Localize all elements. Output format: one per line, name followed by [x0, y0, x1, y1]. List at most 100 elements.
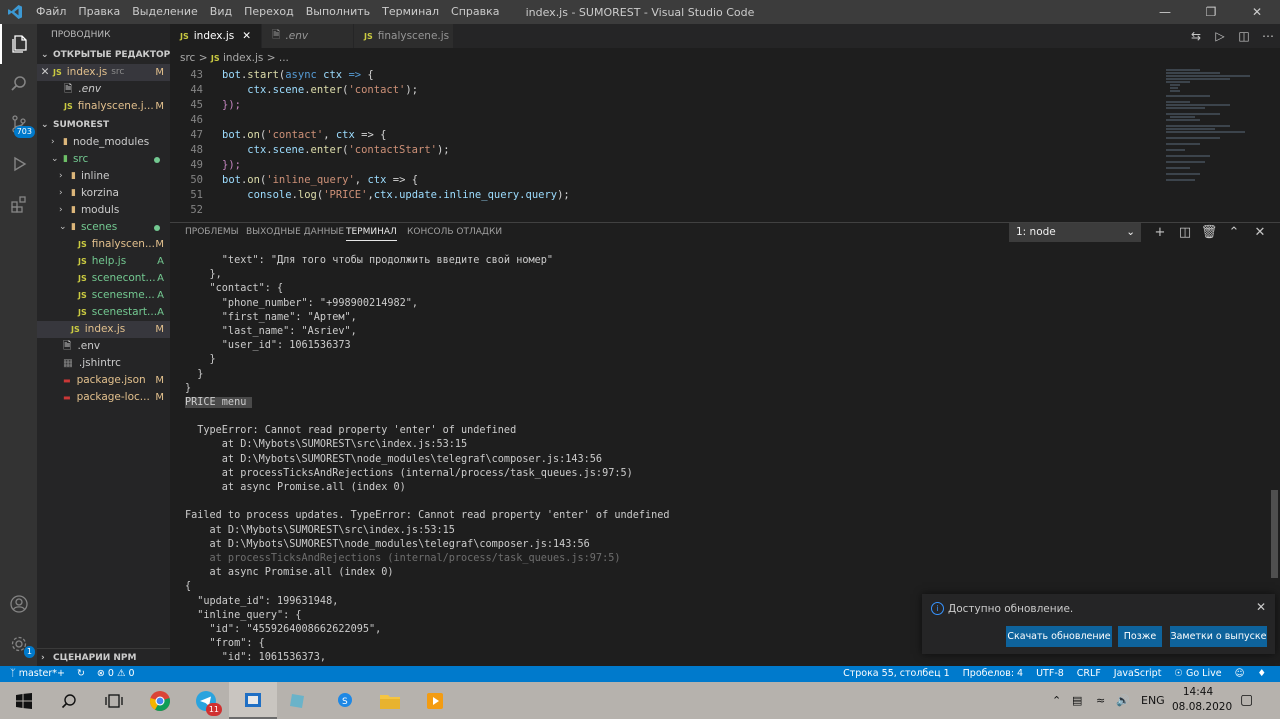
release-notes-button[interactable]: Заметки о выпуске	[1170, 626, 1267, 647]
tray-app-icon[interactable]: ▤	[1072, 682, 1082, 719]
tab-problems[interactable]: ПРОБЛЕМЫ	[185, 227, 239, 237]
sync-icon[interactable]: ↻	[77, 666, 85, 682]
tree-file[interactable]: JS help.js A	[37, 253, 170, 270]
js-file-icon: JS	[180, 31, 189, 41]
close-window-icon[interactable]: ✕	[1234, 0, 1280, 24]
tree-folder[interactable]: ⌄ ▮ scenes	[37, 219, 170, 236]
menu-run[interactable]: Выполнить	[300, 0, 376, 24]
terminal-select[interactable]: 1: node ⌄	[1009, 223, 1141, 242]
skype-icon[interactable]: S	[320, 682, 368, 719]
tree-folder[interactable]: ⌄ ▮ src	[37, 151, 170, 168]
problems-indicator[interactable]: ⊗ 0 ⚠ 0	[97, 666, 135, 682]
task-view-icon[interactable]	[90, 682, 138, 719]
input-language[interactable]: ENG	[1141, 682, 1165, 719]
menu-view[interactable]: Вид	[204, 0, 238, 24]
maximize-panel-icon[interactable]: ⌃	[1224, 223, 1244, 242]
tree-file[interactable]: ▦ .jshintrc	[37, 355, 170, 372]
tray-overflow-icon[interactable]: ⌃	[1052, 682, 1061, 719]
feedback-icon[interactable]: ☺	[1235, 666, 1245, 682]
new-terminal-icon[interactable]: +	[1150, 223, 1170, 242]
tab-index-js[interactable]: JS index.js ✕	[170, 24, 262, 48]
settings-gear-icon[interactable]: 1	[0, 624, 37, 664]
terminal-line: at processTicksAndRejections (internal/p…	[185, 467, 633, 479]
tree-file[interactable]: ▬ package.json M	[37, 372, 170, 389]
extensions-icon[interactable]	[0, 184, 37, 224]
code-editor[interactable]: 43 bot. start(async ctx => { 44 ctx. scene.…	[170, 68, 1160, 218]
volume-icon[interactable]: 🔊	[1116, 682, 1130, 719]
terminal-line: at D:\Mybots\SUMOREST\src\index.js:53:15	[185, 439, 468, 451]
explorer-icon[interactable]	[0, 24, 37, 64]
go-live-button[interactable]: ☉ Go Live	[1174, 666, 1221, 682]
tree-file[interactable]: ▬ package-loc... M	[37, 389, 170, 406]
vscode-taskbar-icon[interactable]	[229, 682, 277, 719]
branch-indicator[interactable]: ᛉ master*+	[10, 666, 65, 682]
notes-app-icon[interactable]	[274, 682, 322, 719]
tab-debug-console[interactable]: КОНСОЛЬ ОТЛАДКИ	[407, 227, 502, 237]
run-debug-icon[interactable]	[0, 144, 37, 184]
open-editor-item[interactable]: JS finalyscene.j... M	[37, 98, 170, 115]
breadcrumb-file[interactable]: index.js	[223, 52, 263, 64]
trash-icon[interactable]: 🗑	[1199, 223, 1219, 242]
tree-file[interactable]: JS finalyscen... M	[37, 236, 170, 253]
open-editor-item[interactable]: ✕ JS index.js src M	[37, 64, 170, 81]
tree-file[interactable]: JS scenestart... A	[37, 304, 170, 321]
tab-finalyscene-js[interactable]: JS finalyscene.js	[354, 24, 454, 48]
clock[interactable]: 14:44 08.08.2020	[1172, 685, 1232, 715]
later-button[interactable]: Позже	[1118, 626, 1162, 647]
chrome-icon[interactable]	[136, 682, 184, 719]
compare-icon[interactable]: ⇆	[1184, 29, 1208, 43]
minimap[interactable]	[1160, 68, 1280, 218]
restore-icon[interactable]: ❐	[1188, 0, 1234, 24]
end-of-line[interactable]: CRLF	[1077, 666, 1101, 682]
tree-file[interactable]: JS scenesme... A	[37, 287, 170, 304]
menu-selection[interactable]: Выделение	[126, 0, 204, 24]
cursor-position[interactable]: Строка 55, столбец 1	[843, 666, 950, 682]
encoding[interactable]: UTF-8	[1036, 666, 1064, 682]
breadcrumb-folder[interactable]: src	[180, 52, 195, 64]
tree-file[interactable]: JS index.js M	[37, 321, 170, 338]
npm-scripts-header[interactable]: › СЦЕНАРИИ NPM	[37, 648, 170, 666]
menu-edit[interactable]: Правка	[72, 0, 126, 24]
close-notification-icon[interactable]: ✕	[1256, 600, 1266, 614]
terminal-scrollbar[interactable]	[1271, 490, 1278, 578]
close-tab-icon[interactable]: ✕	[242, 30, 251, 42]
tree-file[interactable]: 🗎 .env	[37, 338, 170, 355]
tree-folder[interactable]: › ▮ inline	[37, 168, 170, 185]
tree-file[interactable]: JS scenecont... A	[37, 270, 170, 287]
source-control-icon[interactable]: 703	[0, 104, 37, 144]
open-editor-item[interactable]: 🗎 .env	[37, 81, 170, 98]
indentation[interactable]: Пробелов: 4	[963, 666, 1023, 682]
action-center-icon[interactable]: ▢	[1240, 682, 1253, 719]
tab-env[interactable]: 🗎 .env	[262, 24, 354, 48]
telegram-icon[interactable]: 11	[182, 682, 230, 719]
close-panel-icon[interactable]: ✕	[1250, 223, 1270, 242]
taskbar-search-icon[interactable]	[45, 682, 93, 719]
tab-terminal[interactable]: ТЕРМИНАЛ	[346, 227, 397, 241]
run-file-icon[interactable]: ▷	[1208, 29, 1232, 43]
split-editor-icon[interactable]: ◫	[1232, 29, 1256, 43]
tree-folder[interactable]: › ▮ node_modules	[37, 134, 170, 151]
language-mode[interactable]: JavaScript	[1114, 666, 1162, 682]
menu-go[interactable]: Переход	[238, 0, 300, 24]
tree-folder[interactable]: › ▮ moduls	[37, 202, 170, 219]
menu-terminal[interactable]: Терминал	[376, 0, 445, 24]
windows-start-icon[interactable]	[0, 682, 48, 719]
file-explorer-icon[interactable]	[366, 682, 414, 719]
close-editor-icon[interactable]: ✕	[37, 64, 53, 81]
download-update-button[interactable]: Скачать обновление	[1006, 626, 1112, 647]
notifications-bell-icon[interactable]: ♦	[1257, 666, 1266, 682]
wifi-icon[interactable]: ≈	[1096, 682, 1105, 719]
open-editors-header[interactable]: ⌄ ОТКРЫТЫЕ РЕДАКТОРЫ	[37, 46, 170, 64]
search-icon[interactable]	[0, 64, 37, 104]
project-header[interactable]: ⌄ SUMOREST	[37, 116, 170, 134]
more-actions-icon[interactable]: ⋯	[1256, 29, 1280, 43]
split-terminal-icon[interactable]: ◫	[1175, 223, 1195, 242]
tab-output[interactable]: ВЫХОДНЫЕ ДАННЫЕ	[246, 227, 344, 237]
menu-file[interactable]: Файл	[30, 0, 72, 24]
tree-folder[interactable]: › ▮ korzina	[37, 185, 170, 202]
breadcrumb: src > JS index.js > ...	[170, 48, 1160, 68]
media-player-icon[interactable]	[411, 682, 459, 719]
account-icon[interactable]	[0, 584, 37, 624]
menu-help[interactable]: Справка	[445, 0, 505, 24]
minimize-icon[interactable]: —	[1142, 0, 1188, 24]
